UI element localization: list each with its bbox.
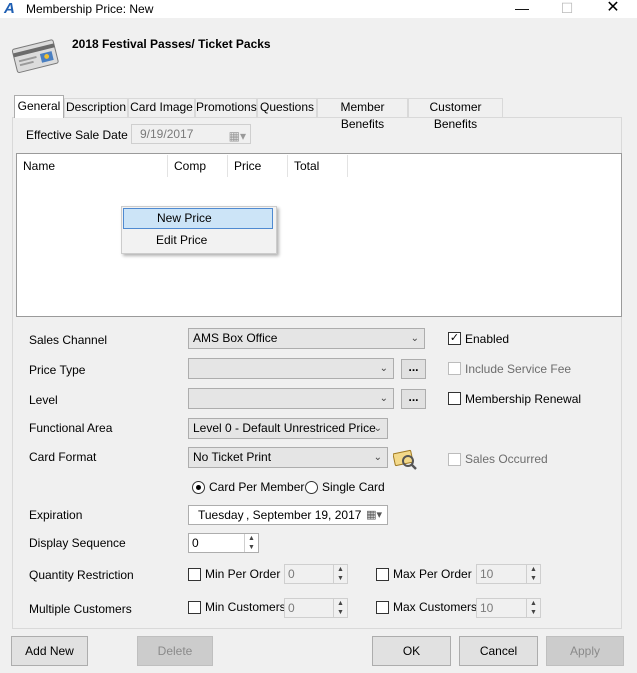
calendar-dropdown-icon: ▦▾ — [228, 129, 246, 143]
include-service-fee-checkbox[interactable] — [448, 362, 461, 375]
tab-card-image[interactable]: Card Image — [128, 98, 195, 117]
single-card-radio[interactable] — [305, 481, 318, 494]
calendar-dropdown-icon: ▦▾ — [366, 509, 382, 521]
max-per-order-checkbox[interactable] — [376, 568, 389, 581]
effective-sale-date-value: 9/19/2017 — [140, 127, 194, 141]
min-per-order-stepper[interactable]: 0 ▲ ▼ — [284, 564, 348, 584]
level-select[interactable]: ⌄ — [188, 388, 394, 409]
header-area — [0, 18, 637, 93]
ticket-search-icon[interactable] — [392, 448, 419, 472]
max-per-order-label: Max Per Order — [393, 567, 472, 581]
multiple-customers-label: Multiple Customers — [29, 602, 132, 616]
enabled-checkbox[interactable]: ✓ — [448, 332, 461, 345]
price-type-select[interactable]: ⌄ — [188, 358, 394, 379]
min-customers-stepper[interactable]: 0 ▲ ▼ — [284, 598, 348, 618]
column-header-total[interactable]: Total — [288, 155, 348, 177]
tab-promotions[interactable]: Promotions — [195, 98, 257, 117]
max-per-order-value: 10 — [480, 567, 494, 581]
spin-arrows-icon[interactable]: ▲ ▼ — [526, 599, 540, 617]
spin-arrows-icon[interactable]: ▲ ▼ — [333, 599, 347, 617]
apply-button[interactable]: Apply — [546, 636, 624, 666]
card-format-label: Card Format — [29, 450, 97, 464]
expiration-date: , September 19, 2017 — [246, 508, 362, 522]
chevron-down-icon: ⌄ — [373, 423, 382, 434]
card-per-member-label: Card Per Member — [209, 480, 305, 494]
spin-arrows-icon[interactable]: ▲ ▼ — [526, 565, 540, 583]
effective-sale-date-picker: 9/19/2017 ▦▾ — [131, 124, 251, 144]
min-customers-checkbox[interactable] — [188, 601, 201, 614]
delete-button[interactable]: Delete — [137, 636, 213, 666]
price-type-label: Price Type — [29, 363, 86, 377]
tab-description[interactable]: Description — [64, 98, 128, 117]
min-per-order-value: 0 — [288, 567, 295, 581]
chevron-down-icon: ⌄ — [373, 452, 382, 463]
card-format-select[interactable]: No Ticket Print ⌄ — [188, 447, 388, 468]
effective-sale-date-label: Effective Sale Date — [26, 128, 128, 142]
price-grid[interactable] — [16, 153, 622, 317]
tab-member-benefits[interactable]: Member Benefits — [317, 98, 408, 131]
chevron-down-icon: ⌄ — [379, 363, 388, 374]
expiration-label: Expiration — [29, 508, 83, 522]
membership-card-icon — [10, 36, 62, 74]
max-customers-checkbox[interactable] — [376, 601, 389, 614]
column-header-comp[interactable]: Comp — [168, 155, 228, 177]
column-header-price[interactable]: Price — [228, 155, 288, 177]
context-menu: New Price Edit Price — [121, 206, 277, 254]
menu-item-edit-price[interactable]: Edit Price — [123, 230, 273, 251]
add-new-button[interactable]: Add New — [11, 636, 88, 666]
display-sequence-label: Display Sequence — [29, 536, 126, 550]
price-type-browse-button[interactable]: ... — [401, 359, 426, 379]
display-sequence-stepper[interactable]: 0 ▲ ▼ — [188, 533, 259, 553]
minimize-button[interactable]: — — [499, 0, 545, 18]
max-per-order-stepper[interactable]: 10 ▲ ▼ — [476, 564, 541, 584]
level-browse-button[interactable]: ... — [401, 389, 426, 409]
header-title: 2018 Festival Passes/ Ticket Packs — [72, 37, 271, 51]
functional-area-value: Level 0 - Default Unrestriced Price — [193, 421, 376, 435]
sales-occurred-label: Sales Occurred — [465, 452, 548, 466]
chevron-down-icon: ⌄ — [379, 393, 388, 404]
min-per-order-checkbox[interactable] — [188, 568, 201, 581]
tab-customer-benefits[interactable]: Customer Benefits — [408, 98, 503, 131]
quantity-restriction-label: Quantity Restriction — [29, 568, 134, 582]
card-format-value: No Ticket Print — [193, 450, 272, 464]
tab-questions[interactable]: Questions — [257, 98, 317, 117]
sales-channel-value: AMS Box Office — [193, 331, 278, 345]
cancel-button[interactable]: Cancel — [459, 636, 538, 666]
sales-occurred-checkbox[interactable] — [448, 453, 461, 466]
min-customers-value: 0 — [288, 601, 295, 615]
sales-channel-select[interactable]: AMS Box Office ⌄ — [188, 328, 425, 349]
max-customers-value: 10 — [480, 601, 494, 615]
spin-arrows-icon[interactable]: ▲ ▼ — [244, 534, 258, 552]
display-sequence-value: 0 — [192, 536, 199, 550]
level-label: Level — [29, 393, 58, 407]
spin-arrows-icon[interactable]: ▲ ▼ — [333, 565, 347, 583]
menu-item-new-price[interactable]: New Price — [123, 208, 273, 229]
single-card-label: Single Card — [322, 480, 385, 494]
button-bar — [0, 629, 637, 673]
min-per-order-label: Min Per Order — [205, 567, 281, 581]
membership-renewal-checkbox[interactable] — [448, 392, 461, 405]
column-header-name[interactable]: Name — [17, 155, 168, 177]
sales-channel-label: Sales Channel — [29, 333, 108, 347]
functional-area-select[interactable]: Level 0 - Default Unrestriced Price ⌄ — [188, 418, 388, 439]
max-customers-stepper[interactable]: 10 ▲ ▼ — [476, 598, 541, 618]
expiration-day: Tuesday — [198, 508, 244, 522]
tab-general[interactable]: General — [14, 95, 64, 118]
min-customers-label: Min Customers — [205, 600, 286, 614]
membership-renewal-label: Membership Renewal — [465, 392, 582, 406]
app-logo-icon: A — [4, 0, 15, 17]
enabled-label: Enabled — [465, 332, 510, 346]
window-title: Membership Price: New — [26, 2, 154, 16]
ok-button[interactable]: OK — [372, 636, 451, 666]
card-per-member-radio[interactable] — [192, 481, 205, 494]
max-customers-label: Max Customers — [393, 600, 478, 614]
chevron-down-icon: ⌄ — [410, 333, 419, 344]
maximize-button[interactable]: ☐ — [544, 0, 590, 18]
expiration-date-picker[interactable]: Tuesday , September 19, 2017 ▦▾ — [188, 505, 388, 525]
functional-area-label: Functional Area — [29, 421, 113, 435]
close-button[interactable]: ✕ — [590, 0, 636, 18]
include-service-fee-label: Include Service Fee — [465, 362, 572, 376]
